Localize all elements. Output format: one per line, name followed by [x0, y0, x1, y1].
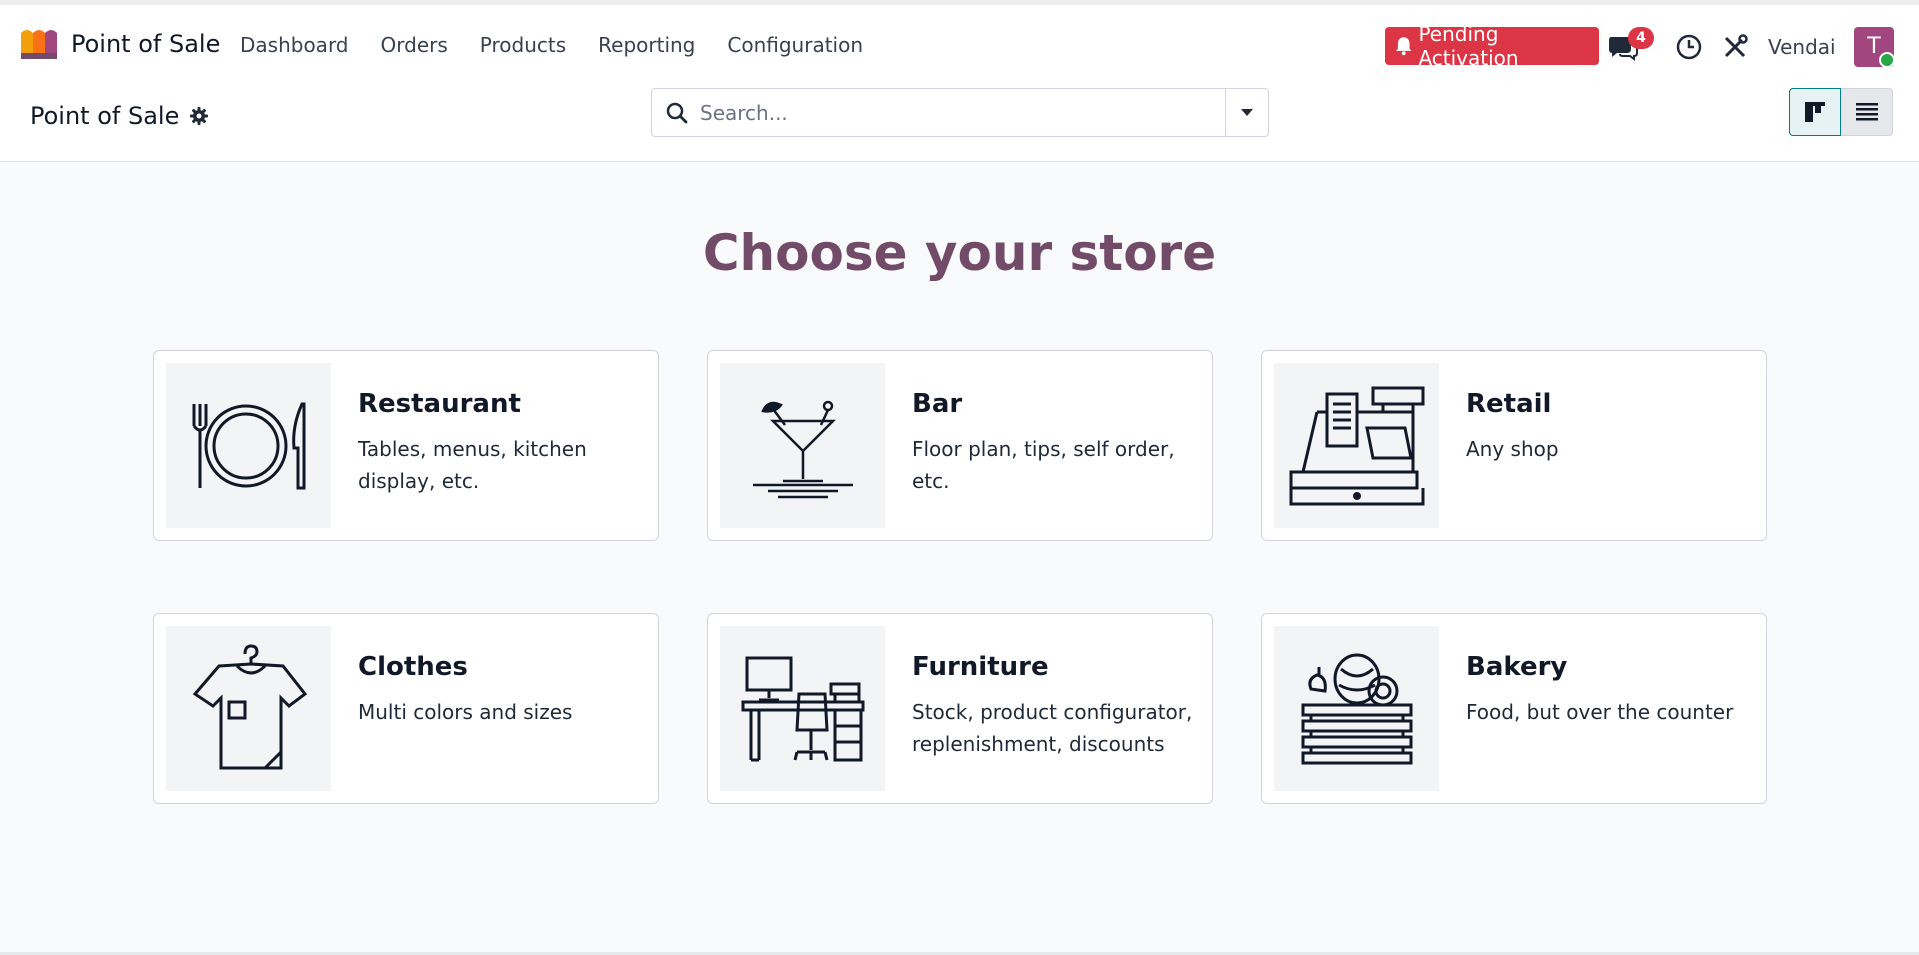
kanban-icon [1805, 102, 1825, 122]
pending-activation-button[interactable]: Pending Activation [1385, 22, 1599, 70]
store-description: Multi colors and sizes [358, 700, 573, 724]
app-name: Point of Sale [71, 30, 221, 58]
pending-activation-label: Pending Activation [1418, 22, 1519, 70]
gear-icon[interactable] [189, 106, 209, 126]
search-bar [651, 88, 1269, 137]
store-image [720, 363, 885, 528]
store-title: Clothes [358, 652, 468, 682]
search-input[interactable] [700, 100, 1200, 125]
menu-products[interactable]: Products [480, 33, 566, 57]
store-card-retail[interactable]: Retail Any shop [1261, 350, 1767, 541]
company-name[interactable]: Vendai [1768, 35, 1836, 59]
store-card-bakery[interactable]: Bakery Food, but over the counter [1261, 613, 1767, 804]
store-title: Bar [912, 389, 963, 419]
pos-logo-icon [21, 30, 57, 59]
online-status-dot [1879, 52, 1895, 68]
clock-icon[interactable] [1676, 34, 1702, 60]
breadcrumb: Point of Sale [30, 102, 209, 130]
store-description: Food, but over the counter [1466, 700, 1734, 724]
store-card-clothes[interactable]: Clothes Multi colors and sizes [153, 613, 659, 804]
top-menu: Dashboard Orders Products Reporting Conf… [240, 33, 895, 57]
cash-register-icon [1289, 386, 1424, 505]
store-card-restaurant[interactable]: Restaurant Tables, menus, kitchen displa… [153, 350, 659, 541]
store-image [720, 626, 885, 791]
store-image [166, 363, 331, 528]
search-icon[interactable] [666, 102, 688, 124]
store-card-furniture[interactable]: Furniture Stock, product configurator, r… [707, 613, 1213, 804]
list-view-button[interactable] [1841, 88, 1893, 136]
kanban-view-button[interactable] [1789, 88, 1841, 136]
cocktail-icon [752, 400, 853, 498]
caret-down-icon [1241, 108, 1253, 116]
debug-tools-icon[interactable] [1722, 34, 1748, 60]
restaurant-icon [192, 402, 305, 489]
control-panel: Point of Sale [0, 84, 1919, 162]
store-title: Bakery [1466, 652, 1568, 682]
menu-dashboard[interactable]: Dashboard [240, 33, 349, 57]
choose-store-title: Choose your store [702, 224, 1217, 282]
menu-configuration[interactable]: Configuration [727, 33, 863, 57]
page-title: Point of Sale [30, 102, 180, 130]
messages-count-badge: 4 [1628, 27, 1654, 49]
desk-icon [741, 656, 864, 761]
bread-basket-icon [1301, 653, 1412, 764]
bell-icon [1395, 37, 1412, 56]
menu-orders[interactable]: Orders [381, 33, 448, 57]
store-description: Any shop [1466, 437, 1559, 461]
view-switcher [1789, 88, 1893, 136]
store-image [1274, 363, 1439, 528]
top-navbar: Point of Sale Dashboard Orders Products … [0, 0, 1919, 84]
store-description: Tables, menus, kitchen display, etc. [358, 437, 587, 493]
app-brand[interactable]: Point of Sale [19, 27, 220, 61]
list-icon [1855, 103, 1878, 121]
store-image [166, 626, 331, 791]
tshirt-icon [192, 643, 307, 769]
search-options-toggle[interactable] [1225, 89, 1268, 136]
store-title: Retail [1466, 389, 1552, 419]
store-card-bar[interactable]: Bar Floor plan, tips, self order, etc. [707, 350, 1213, 541]
store-description: Stock, product configurator, replenishme… [912, 700, 1193, 756]
store-title: Furniture [912, 652, 1049, 682]
store-description: Floor plan, tips, self order, etc. [912, 437, 1175, 493]
store-title: Restaurant [358, 389, 521, 419]
menu-reporting[interactable]: Reporting [598, 33, 695, 57]
store-image [1274, 626, 1439, 791]
